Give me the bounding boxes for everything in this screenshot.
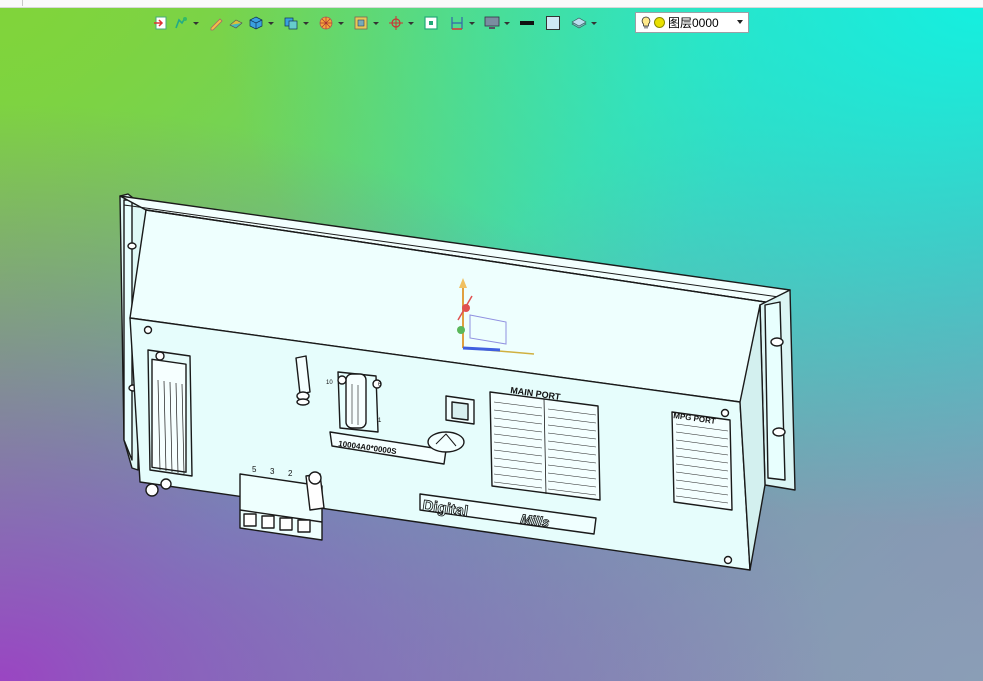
dimension-dropdown[interactable] [468,14,475,32]
layer-state-icon[interactable] [654,17,665,28]
axis-dropdown[interactable] [407,14,414,32]
frame-icon[interactable] [422,14,440,32]
logo-mark [427,431,465,453]
layers-dropdown[interactable] [590,14,597,32]
layers-stack-icon[interactable] [570,14,588,32]
cube-dropdown[interactable] [267,14,274,32]
section-dropdown[interactable] [372,14,379,32]
terminal-pin-3: 3 [270,467,275,476]
rj-jack [445,395,475,425]
layer-add-icon[interactable] [172,14,190,32]
layer-selector-value: 图层0000 [668,16,719,30]
chevron-down-icon[interactable] [737,20,743,24]
render-dropdown[interactable] [337,14,344,32]
fill-color-swatch-icon[interactable] [544,14,562,32]
right-flange [759,289,796,491]
import-icon[interactable] [152,14,170,32]
terminal-pin-2: 2 [288,469,293,478]
terminal-block [239,471,325,541]
view-cube-dropdown[interactable] [302,14,309,32]
title-strip [0,0,983,8]
dimension-icon[interactable] [448,14,466,32]
axis-target-icon[interactable] [387,14,405,32]
pencil-icon[interactable] [207,14,225,32]
layer-add-dropdown[interactable] [192,14,199,32]
tab-stub [0,0,23,6]
monitor-dropdown[interactable] [503,14,510,32]
cube-icon[interactable] [247,14,265,32]
lightbulb-icon[interactable] [641,16,651,30]
monitor-icon[interactable] [483,14,501,32]
render-wheel-icon[interactable] [317,14,335,32]
layer-selector[interactable]: 图层0000 [635,12,749,33]
3d-viewport[interactable]: MAIN PORT MPG PORT 10004A0*0000S Digital… [0,40,983,681]
mpg-port-table [671,411,733,511]
db-connector-center [337,371,382,433]
terminal-pin-5: 5 [252,465,257,474]
view-cube-icon[interactable] [282,14,300,32]
connector-label-10: 10 [326,380,333,386]
view-toolbar [152,12,597,34]
eraser-block-icon[interactable] [227,14,245,32]
line-color-swatch-icon[interactable] [518,14,536,32]
section-box-icon[interactable] [352,14,370,32]
